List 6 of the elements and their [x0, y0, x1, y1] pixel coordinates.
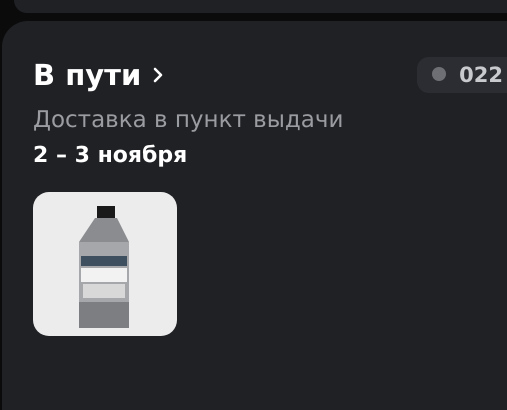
chevron-icon [153, 67, 164, 83]
status-link[interactable]: В пути [33, 58, 164, 92]
delivery-dates: 2 – 3 ноября [33, 143, 188, 168]
chat-badge[interactable]: 022 [417, 57, 507, 93]
order-card[interactable]: В пути 022 Доставка в пункт выдачи 2 – 3 ноября [2, 21, 507, 410]
delivery-method: Доставка в пункт выдачи [33, 107, 344, 133]
